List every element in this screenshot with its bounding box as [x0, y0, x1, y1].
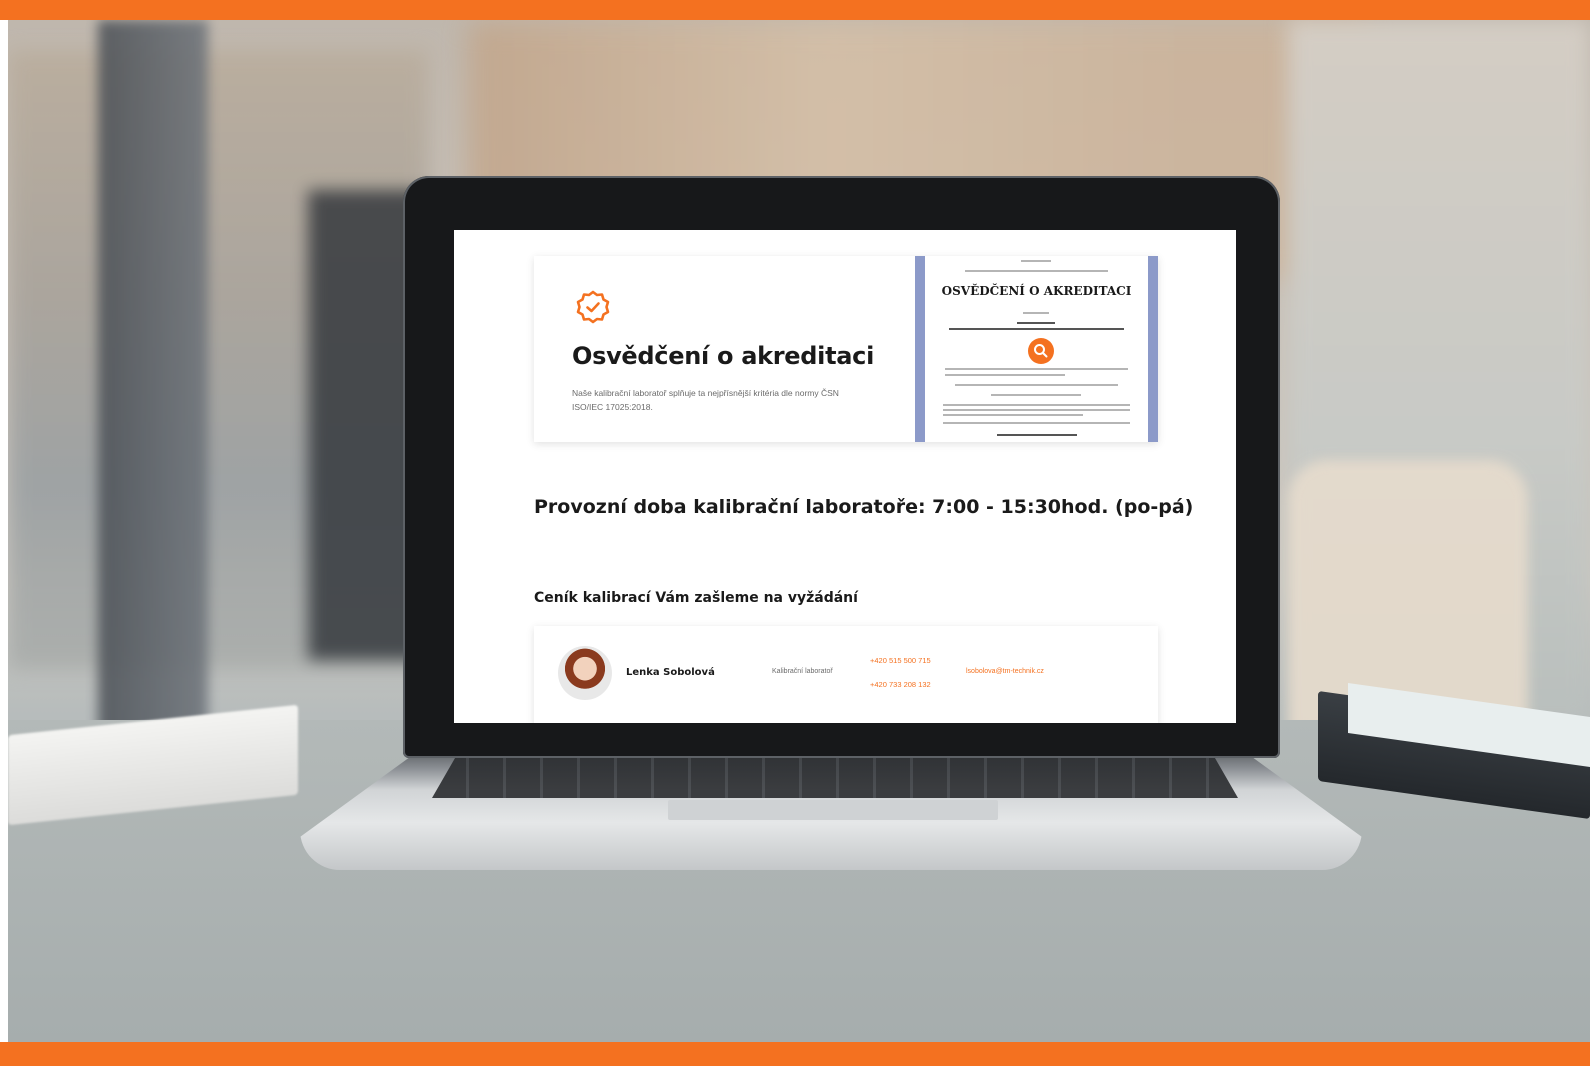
certificate-thumbnail[interactable]: OSVĚDČENÍ O AKREDITACI [915, 256, 1158, 442]
avatar [558, 646, 612, 700]
top-accent-bar [0, 0, 1590, 20]
contact-phone-1[interactable]: +420 515 500 715 [870, 656, 931, 665]
laptop-trackpad [668, 800, 998, 820]
pricelist-heading: Ceník kalibrací Vám zašleme na vyžádání [534, 590, 858, 606]
contact-card: Lenka Sobolová Kalibrační laboratoř +420… [534, 626, 1158, 723]
accreditation-title: Osvědčení o akreditaci [572, 342, 875, 370]
contact-department: Kalibrační laboratoř [772, 668, 833, 675]
contact-phone-2[interactable]: +420 733 208 132 [870, 680, 931, 689]
certificate-heading: OSVĚDČENÍ O AKREDITACI [941, 284, 1132, 298]
contact-email[interactable]: lsobolova@tm-technik.cz [966, 668, 1044, 675]
accreditation-card: Osvědčení o akreditaci Naše kalibrační l… [534, 256, 1158, 442]
search-icon[interactable] [1028, 338, 1054, 364]
laptop-screen: Osvědčení o akreditaci Naše kalibrační l… [454, 230, 1236, 723]
contact-name: Lenka Sobolová [626, 667, 715, 678]
opening-hours-heading: Provozní doba kalibrační laboratoře: 7:0… [534, 496, 1194, 518]
badge-check-icon [576, 290, 610, 324]
laptop-keyboard [432, 756, 1238, 798]
accreditation-description: Naše kalibrační laboratoř splňuje ta nej… [572, 388, 839, 412]
bottom-accent-bar [0, 1042, 1590, 1066]
